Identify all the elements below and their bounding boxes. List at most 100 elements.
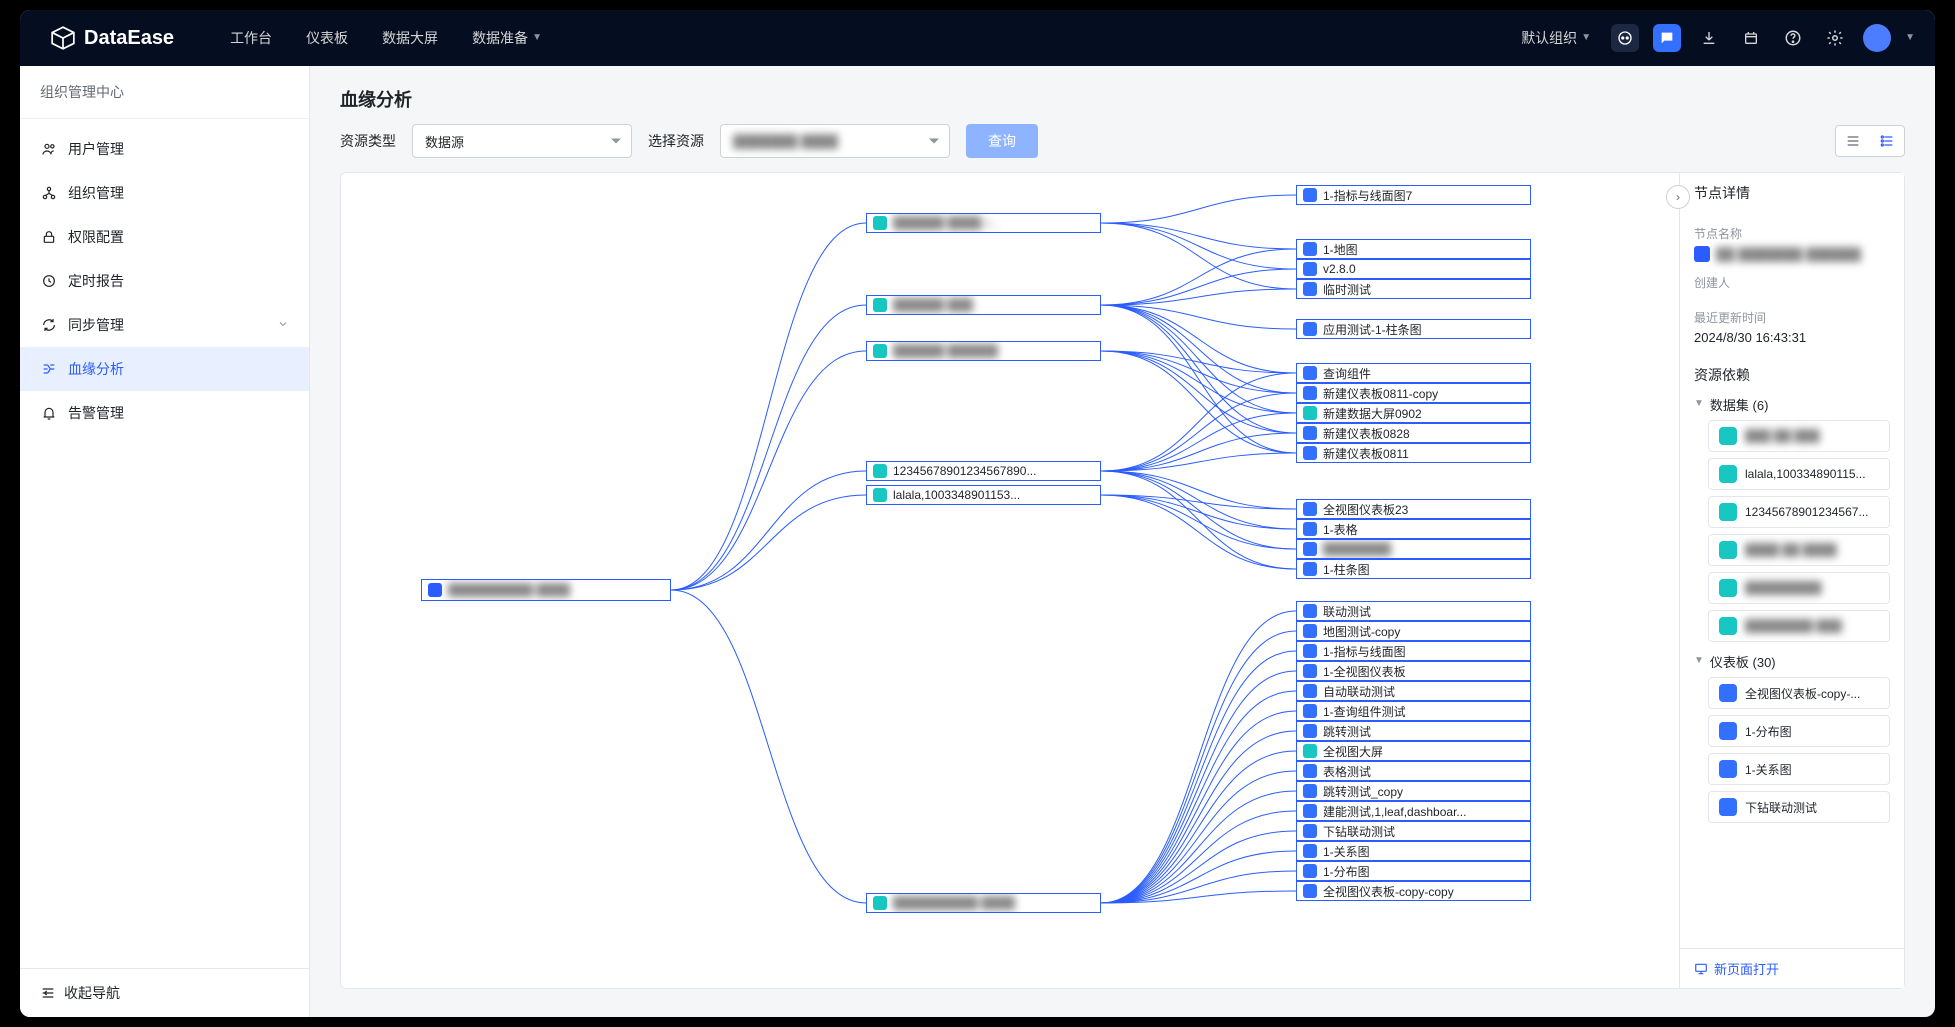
lineage-node[interactable]: 新建数据大屏0902	[1296, 403, 1531, 423]
resource-select[interactable]: ███████ ████	[720, 124, 950, 158]
ai-icon[interactable]	[1611, 24, 1639, 52]
lineage-node[interactable]: 1-表格	[1296, 519, 1531, 539]
node-label: 跳转测试	[1323, 723, 1371, 740]
dep-item[interactable]: 1-关系图	[1708, 753, 1890, 785]
sidebar-item-sync[interactable]: 同步管理	[20, 303, 309, 347]
dashboard-icon	[1303, 644, 1317, 658]
query-button[interactable]: 查询	[966, 124, 1038, 158]
lineage-node[interactable]: ██████████ ████	[866, 893, 1101, 913]
lineage-node[interactable]: 联动测试	[1296, 601, 1531, 621]
lineage-node[interactable]: ██████ ███	[866, 295, 1101, 315]
dashboard-icon	[1303, 322, 1317, 336]
node-label: v2.8.0	[1323, 262, 1356, 276]
lineage-node[interactable]: 1-关系图	[1296, 841, 1531, 861]
dep-item[interactable]: █████████	[1708, 572, 1890, 604]
node-label: 新建数据大屏0902	[1323, 405, 1422, 422]
lineage-node[interactable]: 新建仪表板0828	[1296, 423, 1531, 443]
lineage-node[interactable]: 1-地图	[1296, 239, 1531, 259]
lineage-node[interactable]: 自动联动测试	[1296, 681, 1531, 701]
dep-item-label: 1-关系图	[1745, 761, 1792, 778]
creator-label: 创建人	[1694, 274, 1890, 291]
nav-workbench[interactable]: 工作台	[230, 28, 272, 48]
dep-item[interactable]: 1-分布图	[1708, 715, 1890, 747]
dashboard-icon	[1303, 764, 1317, 778]
sidebar-item-alert[interactable]: 告警管理	[20, 391, 309, 435]
group-dashboard[interactable]: ▼仪表板 (30)	[1694, 652, 1890, 671]
lineage-node[interactable]: 1-柱条图	[1296, 559, 1531, 579]
lineage-node[interactable]: 建能测试,1,leaf,dashboar...	[1296, 801, 1531, 821]
group-dataset[interactable]: ▼数据集 (6)	[1694, 395, 1890, 414]
lineage-node[interactable]: 表格测试	[1296, 761, 1531, 781]
download-icon[interactable]	[1695, 24, 1723, 52]
dep-item[interactable]: 全视图仪表板-copy-...	[1708, 677, 1890, 709]
name-value: ██ ███████ ██████	[1694, 246, 1890, 262]
nav-dataprep[interactable]: 数据准备▼	[472, 28, 542, 48]
lineage-node[interactable]: 跳转测试	[1296, 721, 1531, 741]
help-icon[interactable]	[1779, 24, 1807, 52]
node-label: 临时测试	[1323, 281, 1371, 298]
nav-dashboard[interactable]: 仪表板	[306, 28, 348, 48]
sidebar-item-label: 定时报告	[68, 271, 124, 291]
dep-item-label: █████████	[1745, 581, 1822, 595]
node-label: ██████ ███	[893, 298, 973, 312]
lineage-node[interactable]: ██████ ████,1...	[866, 213, 1101, 233]
lineage-node[interactable]: 新建仪表板0811	[1296, 443, 1531, 463]
sidebar-item-permission[interactable]: 权限配置	[20, 215, 309, 259]
list-view-button[interactable]	[1836, 126, 1870, 156]
lineage-node[interactable]: 1-全视图仪表板	[1296, 661, 1531, 681]
lineage-node[interactable]: 1-指标与线面图	[1296, 641, 1531, 661]
filter-res-label: 选择资源	[648, 131, 704, 151]
lineage-node[interactable]: 跳转测试_copy	[1296, 781, 1531, 801]
open-new-page[interactable]: 新页面打开	[1680, 948, 1904, 988]
tree-view-button[interactable]	[1870, 126, 1904, 156]
settings-icon[interactable]	[1821, 24, 1849, 52]
dep-item[interactable]: 下钻联动测试	[1708, 791, 1890, 823]
deps-title: 资源依赖	[1694, 365, 1890, 385]
sidebar-item-lineage[interactable]: 血缘分析	[20, 347, 309, 391]
root-node[interactable]: ██████████ ████	[421, 579, 671, 601]
lineage-node[interactable]: 查询组件	[1296, 363, 1531, 383]
dataset-icon	[1303, 744, 1317, 758]
dep-item[interactable]: ████ ██ ████	[1708, 534, 1890, 566]
sidebar-item-org[interactable]: 组织管理	[20, 171, 309, 215]
lineage-node[interactable]: 全视图仪表板23	[1296, 499, 1531, 519]
sidebar-item-users[interactable]: 用户管理	[20, 127, 309, 171]
lineage-node[interactable]: 1-指标与线面图7	[1296, 185, 1531, 205]
lineage-canvas[interactable]: ██████████ ████ ██████ ████,1... ██████ █…	[341, 173, 1679, 988]
dashboard-icon	[1303, 282, 1317, 296]
sidebar-item-schedule[interactable]: 定时报告	[20, 259, 309, 303]
nav-datascreen[interactable]: 数据大屏	[382, 28, 438, 48]
lineage-node[interactable]: 全视图仪表板-copy-copy	[1296, 881, 1531, 901]
lineage-node[interactable]: 临时测试	[1296, 279, 1531, 299]
lineage-node[interactable]: 新建仪表板0811-copy	[1296, 383, 1531, 403]
lineage-node[interactable]: 应用测试-1-柱条图	[1296, 319, 1531, 339]
node-label: 查询组件	[1323, 365, 1371, 382]
dep-item[interactable]: 12345678901234567...	[1708, 496, 1890, 528]
chat-icon[interactable]	[1653, 24, 1681, 52]
org-selector[interactable]: 默认组织▼	[1521, 28, 1591, 48]
lineage-node[interactable]: 1-分布图	[1296, 861, 1531, 881]
lineage-node[interactable]: 12345678901234567890...	[866, 461, 1101, 481]
dep-item[interactable]: ███ ██ ███	[1708, 420, 1890, 452]
dep-item[interactable]: ████████ ███	[1708, 610, 1890, 642]
calendar-icon[interactable]	[1737, 24, 1765, 52]
lineage-node[interactable]: 地图测试-copy	[1296, 621, 1531, 641]
lineage-node[interactable]: v2.8.0	[1296, 259, 1531, 279]
lineage-node[interactable]: 下钻联动测试	[1296, 821, 1531, 841]
lineage-node[interactable]: 1-查询组件测试	[1296, 701, 1531, 721]
sidebar-title: 组织管理中心	[20, 66, 309, 119]
panel-collapse-button[interactable]: ›	[1666, 185, 1690, 209]
collapse-nav[interactable]: 收起导航	[20, 968, 309, 1017]
panel-body: 节点名称 ██ ███████ ██████ 创建人 最近更新时间 2024/8…	[1680, 213, 1904, 948]
lineage-node[interactable]: ██████ ██████	[866, 341, 1101, 361]
user-menu-caret[interactable]: ▼	[1905, 32, 1915, 43]
lineage-node[interactable]: ████████	[1296, 539, 1531, 559]
dataset-icon	[873, 216, 887, 230]
dep-item[interactable]: lalala,100334890115...	[1708, 458, 1890, 490]
dashboard-icon	[1303, 804, 1317, 818]
logo[interactable]: DataEase	[50, 25, 174, 51]
lineage-node[interactable]: 全视图大屏	[1296, 741, 1531, 761]
resource-type-select[interactable]: 数据源	[412, 124, 632, 158]
avatar[interactable]	[1863, 24, 1891, 52]
lineage-node[interactable]: lalala,1003348901153...	[866, 485, 1101, 505]
